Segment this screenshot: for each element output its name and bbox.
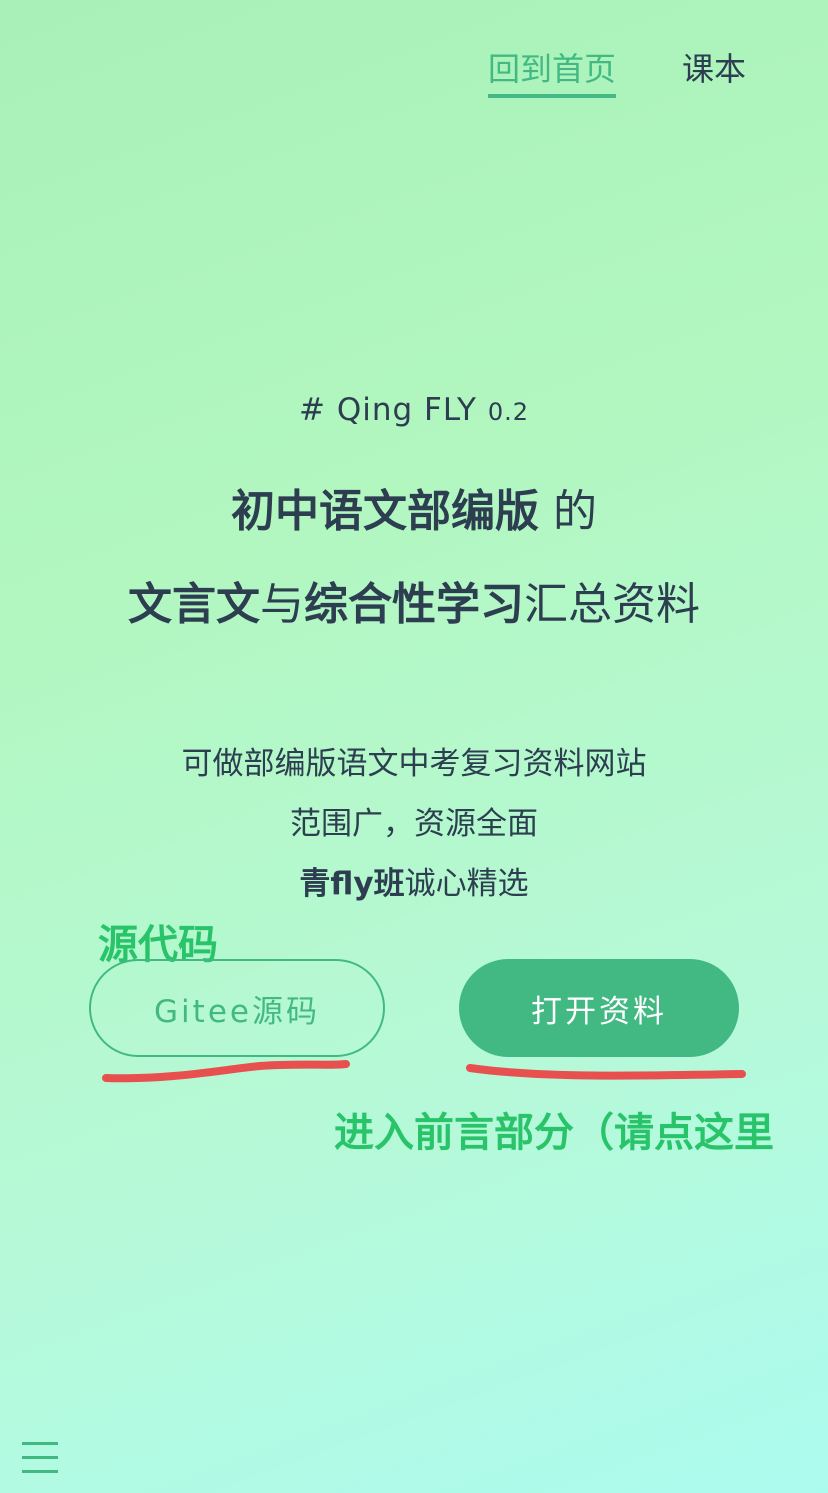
- gitee-source-button[interactable]: Gitee源码: [89, 959, 385, 1057]
- hero-tag: # Qing FLY 0.2: [0, 392, 828, 428]
- hero-title-part3: 综合性学习: [304, 579, 524, 630]
- hero-title-part1: 文言文: [128, 579, 260, 630]
- hero-desc-rest: 诚心精选: [404, 866, 529, 902]
- underline-open: [466, 1064, 746, 1080]
- hero-desc-line2: 范围广，资源全面: [290, 806, 538, 842]
- hamburger-menu-icon[interactable]: [22, 1442, 58, 1476]
- nav-home-link[interactable]: 回到首页: [487, 44, 616, 98]
- hero-tag-name: # Qing FLY: [299, 392, 477, 428]
- hero-desc-line3: 青fly班诚心精选: [0, 858, 828, 903]
- hero-title-line1: 初中语文部编版 的: [0, 482, 828, 542]
- hero-title-line2: 文言文与综合性学习汇总资料: [110, 580, 718, 630]
- hero-tag-version: 0.2: [487, 398, 529, 426]
- underline-gitee: [102, 1060, 350, 1083]
- menu-bar-top: [22, 1442, 58, 1445]
- hero-title-bold: 初中语文部编版: [231, 486, 539, 537]
- top-nav: 回到首页 课本: [487, 44, 746, 98]
- hero-desc-line1: 可做部编版语文中考复习资料网站: [181, 746, 647, 782]
- hero-desc-brand: 青fly班: [299, 866, 405, 902]
- menu-bar-bottom: [22, 1470, 58, 1473]
- hero-title-part2: 与: [260, 579, 304, 630]
- hero-title-part4: 汇总资料: [524, 579, 700, 630]
- hero-title-suffix: 的: [539, 486, 597, 537]
- open-materials-button[interactable]: 打开资料: [459, 959, 739, 1057]
- annotation-enter-preface: 进入前言部分（请点这里: [334, 1110, 774, 1156]
- menu-bar-middle: [22, 1456, 58, 1459]
- nav-textbook-link[interactable]: 课本: [682, 44, 746, 98]
